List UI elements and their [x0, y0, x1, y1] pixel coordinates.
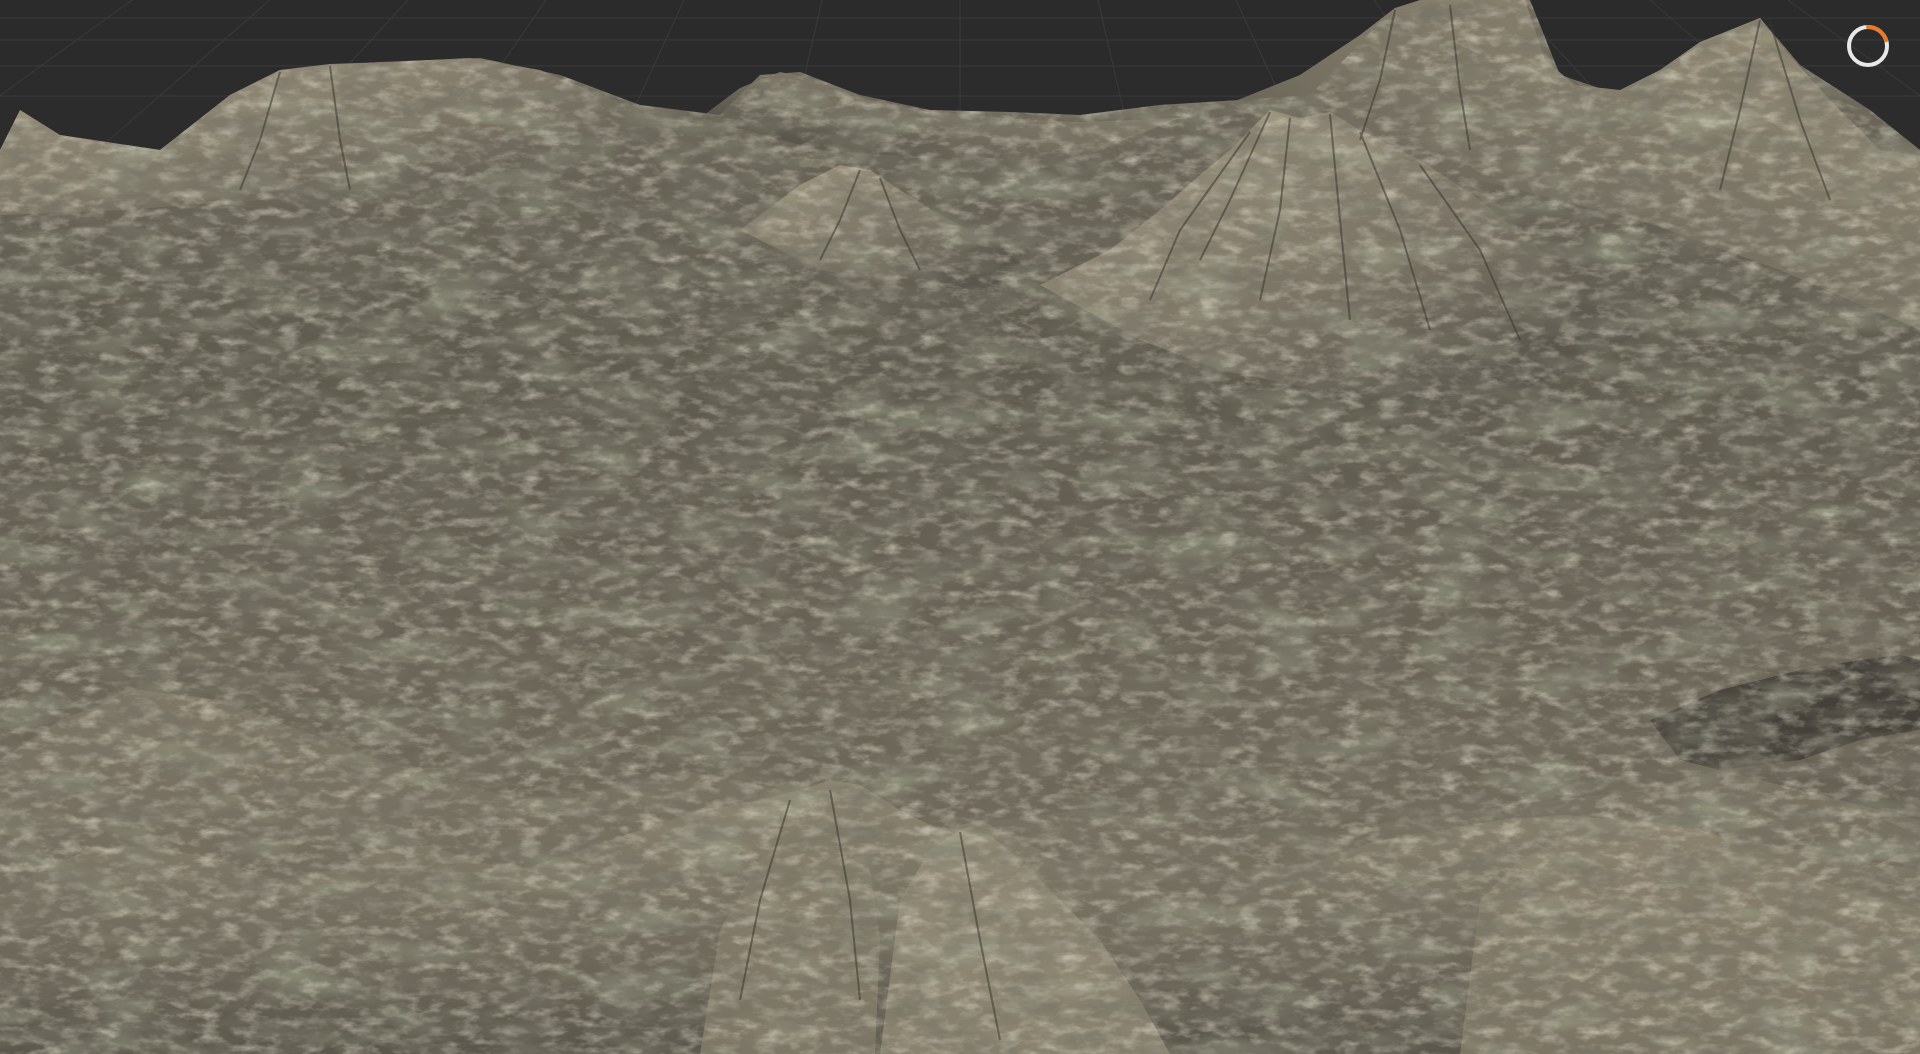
3d-viewport[interactable]	[0, 0, 1920, 1054]
terrain-mesh	[0, 0, 1920, 1054]
terrain-render[interactable]	[0, 0, 1920, 1054]
loading-ring-icon	[1844, 22, 1892, 70]
